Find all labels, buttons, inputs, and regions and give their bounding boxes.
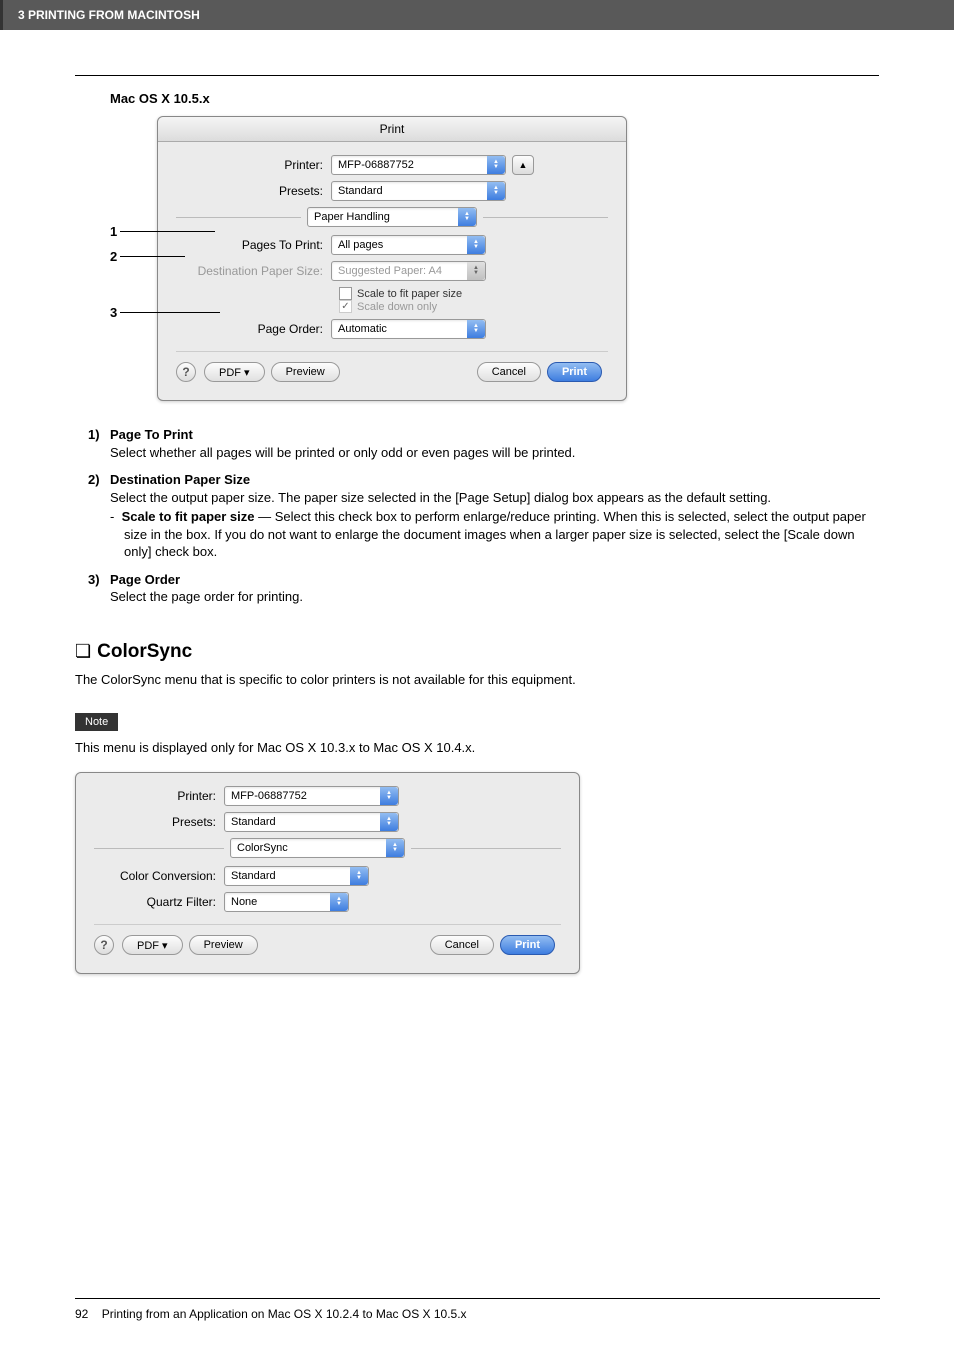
- page-order-select[interactable]: Automatic ▲▼: [331, 319, 486, 339]
- colorsync-intro: The ColorSync menu that is specific to c…: [75, 671, 879, 689]
- dropdown-arrows-icon: ▲▼: [330, 893, 348, 911]
- dialog-title: Print: [158, 117, 626, 142]
- scale-fit-label: Scale to fit paper size: [357, 288, 462, 300]
- note-text: This menu is displayed only for Mac OS X…: [75, 739, 879, 757]
- page-footer: 92 Printing from an Application on Mac O…: [75, 1298, 880, 1321]
- dropdown-arrows-icon: ▲▼: [380, 787, 398, 805]
- dropdown-arrows-icon: ▲▼: [386, 839, 404, 857]
- colorsync-dialog: Printer: MFP-06887752 ▲▼ Presets: Standa…: [75, 772, 580, 974]
- help-button[interactable]: ?: [94, 935, 114, 955]
- cancel-button[interactable]: Cancel: [430, 935, 494, 955]
- pages-to-print-select[interactable]: All pages ▲▼: [331, 235, 486, 255]
- os-subtitle: Mac OS X 10.5.x: [110, 76, 879, 106]
- square-bullet-icon: ❏: [75, 641, 91, 662]
- presets-select[interactable]: Standard ▲▼: [331, 181, 506, 201]
- callout-line-3: [120, 312, 220, 313]
- pane-select[interactable]: Paper Handling ▲▼: [307, 207, 477, 227]
- divider: [176, 351, 608, 352]
- quartz-filter-select[interactable]: None ▲▼: [224, 892, 349, 912]
- dropdown-arrows-icon: ▲▼: [467, 236, 485, 254]
- pdf-button[interactable]: PDF ▾: [122, 935, 183, 955]
- pdf-button[interactable]: PDF ▾: [204, 362, 265, 382]
- printer-select[interactable]: MFP-06887752 ▲▼: [224, 786, 399, 806]
- color-conversion-label: Color Conversion:: [94, 869, 224, 883]
- printer-label: Printer:: [94, 789, 224, 803]
- print-dialog: Print Printer: MFP-06887752 ▲▼ ▲ Presets…: [157, 116, 627, 401]
- presets-label: Presets:: [94, 815, 224, 829]
- callout-1: 1: [110, 224, 117, 239]
- print-button[interactable]: Print: [547, 362, 602, 382]
- presets-select[interactable]: Standard ▲▼: [224, 812, 399, 832]
- dropdown-arrows-icon: ▲▼: [380, 813, 398, 831]
- print-button[interactable]: Print: [500, 935, 555, 955]
- cancel-button[interactable]: Cancel: [477, 362, 541, 382]
- presets-label: Presets:: [176, 184, 331, 198]
- preview-button[interactable]: Preview: [271, 362, 340, 382]
- color-conversion-select[interactable]: Standard ▲▼: [224, 866, 369, 886]
- list-item-1: 1) Page To Print Select whether all page…: [88, 426, 879, 461]
- divider: [94, 924, 561, 925]
- scale-down-checkbox[interactable]: ✓: [339, 300, 352, 313]
- dropdown-arrows-icon: ▲▼: [467, 320, 485, 338]
- scale-fit-checkbox[interactable]: [339, 287, 352, 300]
- collapse-button[interactable]: ▲: [512, 155, 534, 175]
- dropdown-arrows-icon: ▲▼: [458, 208, 476, 226]
- colorsync-heading: ❏ ColorSync: [75, 641, 879, 663]
- scale-down-label: Scale down only: [357, 301, 437, 313]
- preview-button[interactable]: Preview: [189, 935, 258, 955]
- printer-select[interactable]: MFP-06887752 ▲▼: [331, 155, 506, 175]
- quartz-filter-label: Quartz Filter:: [94, 895, 224, 909]
- dropdown-arrows-icon: ▲▼: [350, 867, 368, 885]
- list-item-3: 3) Page Order Select the page order for …: [88, 571, 879, 606]
- dropdown-arrows-icon: ▲▼: [467, 262, 485, 280]
- list-item-2: 2) Destination Paper Size Select the out…: [88, 471, 879, 561]
- callout-line-1: [120, 231, 215, 232]
- note-badge: Note: [75, 713, 118, 731]
- printer-label: Printer:: [176, 158, 331, 172]
- pages-to-print-label: Pages To Print:: [176, 238, 331, 252]
- callout-2: 2: [110, 249, 117, 264]
- callout-3: 3: [110, 305, 117, 320]
- dropdown-arrows-icon: ▲▼: [487, 182, 505, 200]
- page-header: 3 PRINTING FROM MACINTOSH: [0, 0, 954, 30]
- pane-select[interactable]: ColorSync ▲▼: [230, 838, 405, 858]
- dropdown-arrows-icon: ▲▼: [487, 156, 505, 174]
- help-button[interactable]: ?: [176, 362, 196, 382]
- dest-paper-label: Destination Paper Size:: [176, 264, 331, 278]
- callout-line-2: [120, 256, 185, 257]
- page-order-label: Page Order:: [176, 322, 331, 336]
- dest-paper-select[interactable]: Suggested Paper: A4 ▲▼: [331, 261, 486, 281]
